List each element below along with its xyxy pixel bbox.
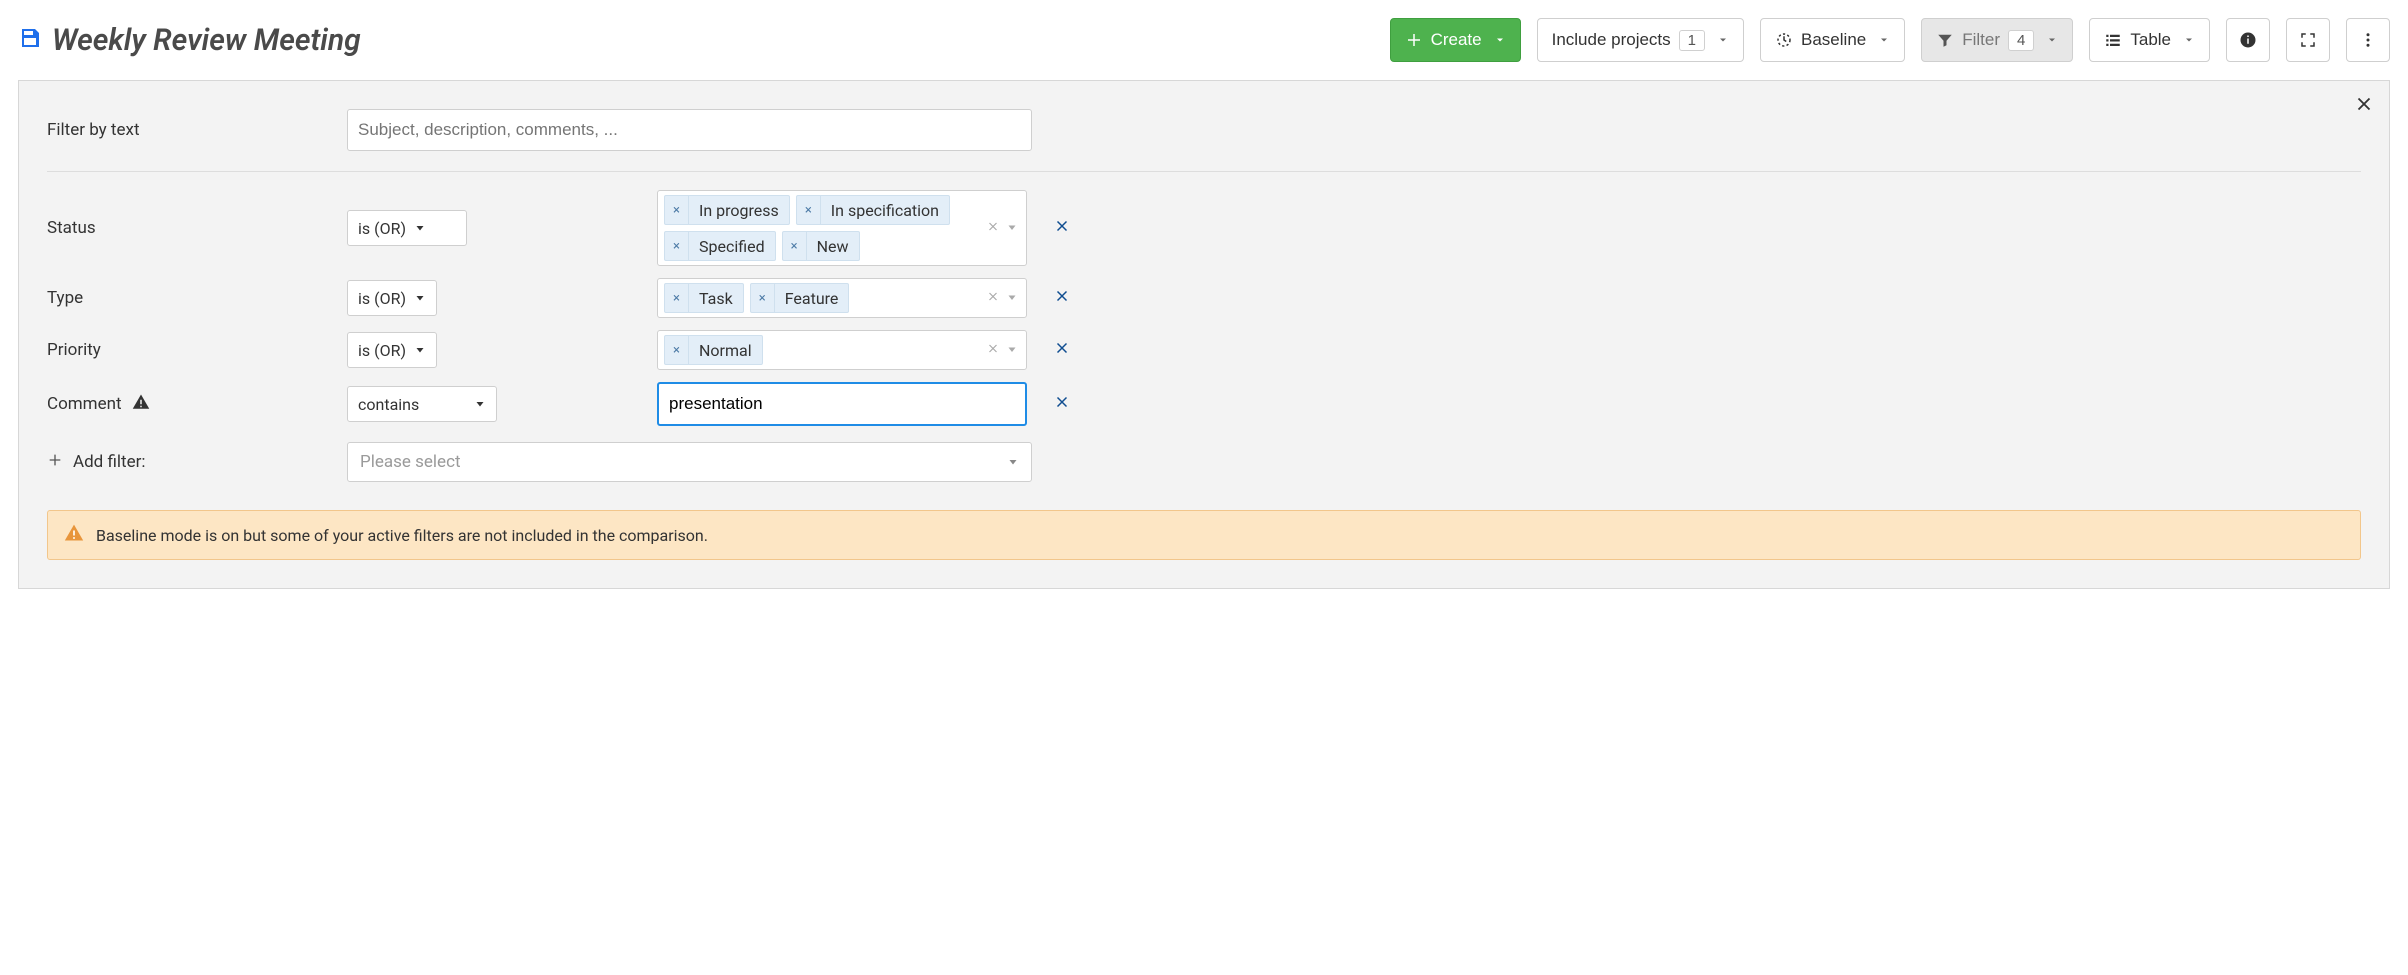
add-filter-label: Add filter: bbox=[73, 452, 146, 472]
more-menu-button[interactable] bbox=[2346, 18, 2390, 62]
chevron-down-icon bbox=[1717, 34, 1729, 46]
text-search-input[interactable] bbox=[354, 114, 1025, 146]
status-token: ×In progress bbox=[664, 195, 790, 225]
type-token: ×Feature bbox=[750, 283, 850, 313]
include-projects-label: Include projects bbox=[1552, 30, 1671, 50]
chevron-down-icon bbox=[1878, 34, 1890, 46]
filter-label-priority: Priority bbox=[47, 340, 347, 360]
clear-values-button[interactable] bbox=[986, 341, 1000, 360]
plus-icon bbox=[47, 452, 63, 473]
filter-panel: Filter by text Statusis (OR)×In progress… bbox=[18, 80, 2390, 589]
fullscreen-icon bbox=[2299, 31, 2317, 49]
type-token: ×Task bbox=[664, 283, 744, 313]
info-button[interactable] bbox=[2226, 18, 2270, 62]
add-filter-select[interactable]: Please select bbox=[347, 442, 1032, 482]
create-label: Create bbox=[1431, 30, 1482, 50]
clear-values-button[interactable] bbox=[986, 289, 1000, 308]
comment-value-box[interactable] bbox=[657, 382, 1027, 426]
status-token: ×Specified bbox=[664, 231, 776, 261]
chevron-down-icon bbox=[1007, 456, 1019, 468]
chevron-down-icon bbox=[2183, 34, 2195, 46]
add-filter-placeholder: Please select bbox=[360, 452, 461, 472]
page-title: Weekly Review Meeting bbox=[52, 23, 361, 58]
remove-token-button[interactable]: × bbox=[665, 284, 689, 312]
priority-values-box[interactable]: ×Normal bbox=[657, 330, 1027, 370]
chevron-down-icon bbox=[474, 398, 486, 410]
chevron-down-icon[interactable] bbox=[1006, 289, 1018, 308]
type-operator-select[interactable]: is (OR) bbox=[347, 280, 437, 316]
status-operator-value: is (OR) bbox=[358, 219, 406, 238]
chevron-down-icon[interactable] bbox=[1006, 341, 1018, 360]
baseline-icon bbox=[1775, 31, 1793, 49]
filter-button[interactable]: Filter 4 bbox=[1921, 18, 2073, 62]
token-label: In progress bbox=[689, 201, 789, 220]
token-label: Specified bbox=[689, 237, 775, 256]
remove-token-button[interactable]: × bbox=[665, 196, 689, 224]
view-mode-button[interactable]: Table bbox=[2089, 18, 2210, 62]
comment-operator-value: contains bbox=[358, 395, 419, 414]
status-token: ×In specification bbox=[796, 195, 950, 225]
remove-filter-type[interactable] bbox=[1053, 287, 1071, 309]
comment-operator-select[interactable]: contains bbox=[347, 386, 497, 422]
chevron-down-icon bbox=[2046, 34, 2058, 46]
save-icon[interactable] bbox=[18, 26, 42, 54]
chevron-down-icon bbox=[414, 344, 426, 356]
status-values-box[interactable]: ×In progress×In specification×Specified×… bbox=[657, 190, 1027, 266]
token-label: Feature bbox=[775, 289, 849, 308]
filter-label-status: Status bbox=[47, 218, 347, 238]
include-projects-count: 1 bbox=[1679, 30, 1705, 51]
baseline-label: Baseline bbox=[1801, 30, 1866, 50]
baseline-button[interactable]: Baseline bbox=[1760, 18, 1905, 62]
remove-filter-priority[interactable] bbox=[1053, 339, 1071, 361]
chevron-down-icon bbox=[414, 292, 426, 304]
token-label: New bbox=[807, 237, 859, 256]
filter-label-type: Type bbox=[47, 288, 347, 308]
comment-value-input[interactable] bbox=[665, 388, 1019, 420]
list-icon bbox=[2104, 31, 2122, 49]
status-operator-select[interactable]: is (OR) bbox=[347, 210, 467, 246]
warning-icon bbox=[64, 523, 84, 547]
filter-label: Filter bbox=[1962, 30, 2000, 50]
include-projects-button[interactable]: Include projects 1 bbox=[1537, 18, 1744, 62]
chevron-down-icon bbox=[1494, 34, 1506, 46]
filter-count: 4 bbox=[2008, 30, 2034, 51]
close-panel-button[interactable] bbox=[2353, 93, 2375, 119]
create-button[interactable]: Create bbox=[1390, 18, 1521, 62]
priority-operator-select[interactable]: is (OR) bbox=[347, 332, 437, 368]
chevron-down-icon[interactable] bbox=[1006, 219, 1018, 238]
token-label: In specification bbox=[821, 201, 949, 220]
token-label: Task bbox=[689, 289, 743, 308]
remove-token-button[interactable]: × bbox=[751, 284, 775, 312]
remove-token-button[interactable]: × bbox=[797, 196, 821, 224]
view-mode-label: Table bbox=[2130, 30, 2171, 50]
info-icon bbox=[2239, 31, 2257, 49]
kebab-icon bbox=[2359, 31, 2377, 49]
remove-token-button[interactable]: × bbox=[665, 336, 689, 364]
remove-filter-comment[interactable] bbox=[1053, 393, 1071, 415]
type-values-box[interactable]: ×Task×Feature bbox=[657, 278, 1027, 318]
status-token: ×New bbox=[782, 231, 860, 261]
warning-text: Baseline mode is on but some of your act… bbox=[96, 526, 708, 545]
chevron-down-icon bbox=[414, 222, 426, 234]
filter-label-text: Filter by text bbox=[47, 120, 347, 140]
type-operator-value: is (OR) bbox=[358, 289, 406, 308]
remove-token-button[interactable]: × bbox=[665, 232, 689, 260]
clear-values-button[interactable] bbox=[986, 219, 1000, 238]
text-search-box[interactable] bbox=[347, 109, 1032, 151]
fullscreen-button[interactable] bbox=[2286, 18, 2330, 62]
token-label: Normal bbox=[689, 341, 762, 360]
warning-banner: Baseline mode is on but some of your act… bbox=[47, 510, 2361, 560]
filter-icon bbox=[1936, 31, 1954, 49]
warning-icon bbox=[132, 393, 150, 416]
filter-label-comment: Comment bbox=[47, 394, 122, 414]
plus-icon bbox=[1405, 31, 1423, 49]
remove-token-button[interactable]: × bbox=[783, 232, 807, 260]
priority-token: ×Normal bbox=[664, 335, 763, 365]
remove-filter-status[interactable] bbox=[1053, 217, 1071, 239]
priority-operator-value: is (OR) bbox=[358, 341, 406, 360]
